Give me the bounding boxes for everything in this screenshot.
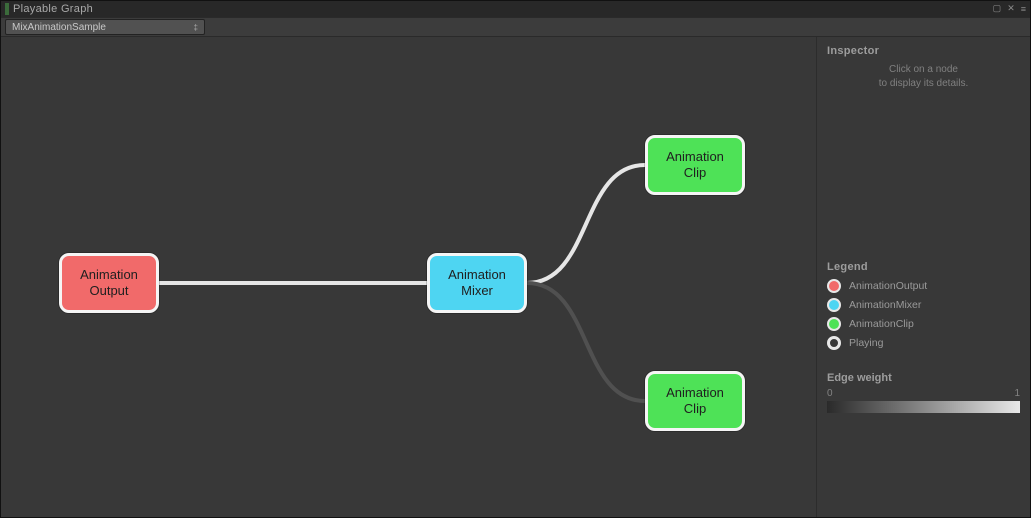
toolbar: MixAnimationSample ‡ (1, 17, 1030, 37)
dropdown-value: MixAnimationSample (12, 22, 106, 33)
legend-item: AnimationMixer (827, 298, 1020, 312)
edge-weight-max: 1 (1014, 388, 1020, 399)
legend-swatch (827, 317, 841, 331)
graph-canvas[interactable]: AnimationOutput AnimationMixer AnimationCl… (1, 37, 816, 517)
node-mixer[interactable]: AnimationMixer (427, 253, 527, 313)
tab-accent (5, 3, 9, 15)
titlebar: Playable Graph ▢ ✕ ≡ (1, 1, 1030, 17)
maximize-icon[interactable]: ▢ (993, 3, 1002, 14)
node-label: AnimationClip (666, 385, 724, 416)
edge (527, 165, 645, 283)
legend-item: AnimationOutput (827, 279, 1020, 293)
chevron-down-icon: ‡ (194, 23, 198, 32)
node-clip1[interactable]: AnimationClip (645, 135, 745, 195)
playable-graph-window: Playable Graph ▢ ✕ ≡ MixAnimationSample … (0, 0, 1031, 518)
legend-swatch (827, 336, 841, 350)
window-title: Playable Graph (13, 3, 93, 15)
edge-weight-min: 0 (827, 388, 833, 399)
node-clip2[interactable]: AnimationClip (645, 371, 745, 431)
sidebar: Inspector Click on a node to display its… (816, 37, 1030, 517)
legend-item: Playing (827, 336, 1020, 350)
node-output[interactable]: AnimationOutput (59, 253, 159, 313)
legend-label: AnimationOutput (849, 280, 927, 292)
legend-label: AnimationMixer (849, 299, 921, 311)
graph-select-dropdown[interactable]: MixAnimationSample ‡ (5, 19, 205, 35)
legend-swatch (827, 298, 841, 312)
edge-weight-scale: 0 1 (827, 388, 1020, 399)
window-controls: ▢ ✕ ≡ (993, 3, 1026, 14)
inspector-hint: Click on a node to display its details. (827, 63, 1020, 91)
legend-label: Playing (849, 337, 883, 349)
legend-heading: Legend (827, 261, 1020, 273)
close-icon[interactable]: ✕ (1007, 3, 1015, 14)
legend-label: AnimationClip (849, 318, 914, 330)
legend-swatch (827, 279, 841, 293)
menu-icon[interactable]: ≡ (1021, 4, 1026, 14)
node-label: AnimationClip (666, 149, 724, 180)
inspector-heading: Inspector (827, 45, 1020, 57)
node-label: AnimationOutput (80, 267, 138, 298)
edge-weight-gradient (827, 401, 1020, 413)
legend-list: AnimationOutput AnimationMixer AnimationCl… (827, 279, 1020, 350)
content: AnimationOutput AnimationMixer AnimationCl… (1, 37, 1030, 517)
node-label: AnimationMixer (448, 267, 506, 298)
edge (527, 283, 645, 401)
legend-item: AnimationClip (827, 317, 1020, 331)
edge-weight-heading: Edge weight (827, 372, 1020, 384)
